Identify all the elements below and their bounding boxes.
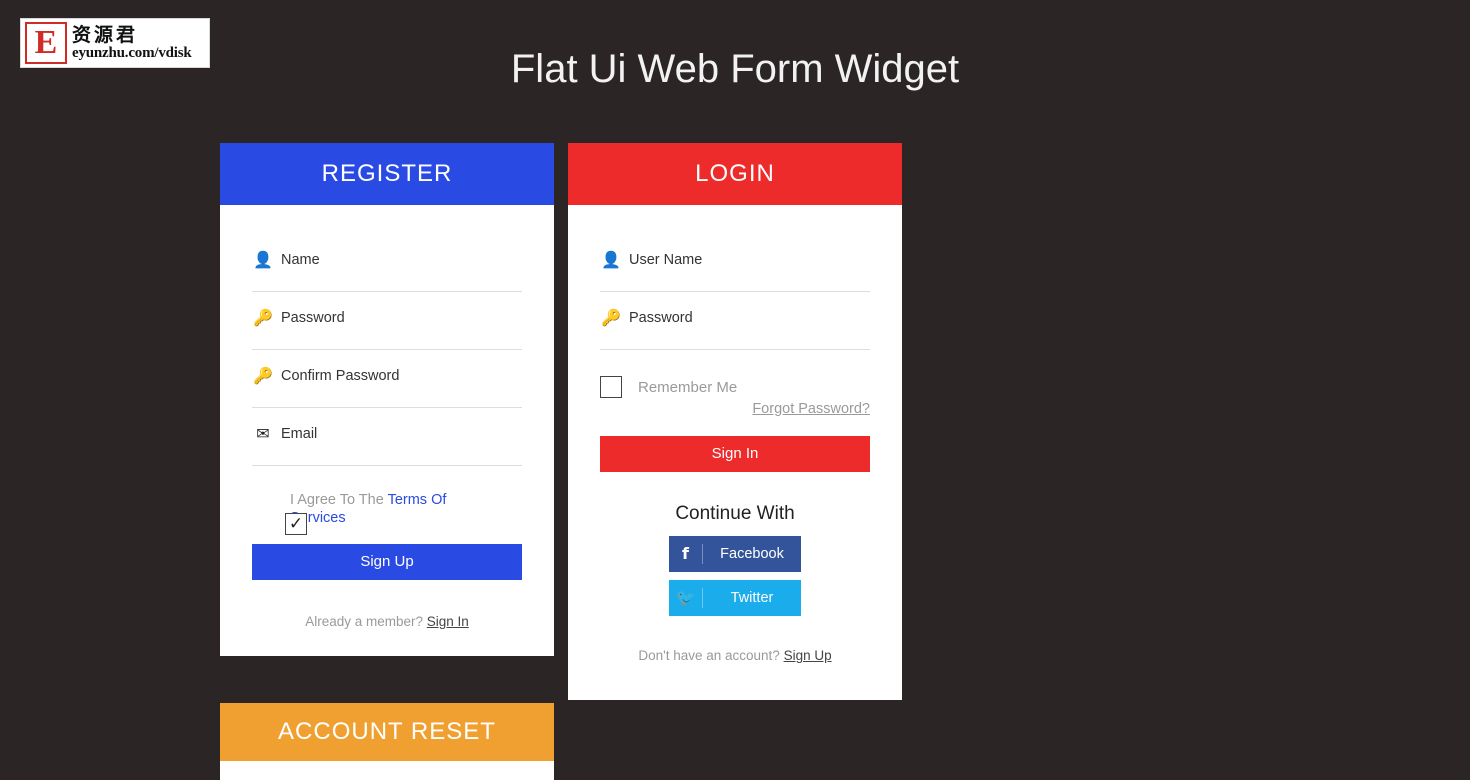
login-card-header: LOGIN [568,143,902,205]
facebook-icon: f [669,544,703,564]
register-password-field[interactable]: 🔑 [252,292,522,350]
logo-chinese-name: 资源君 [72,23,139,46]
register-email-field[interactable]: ✉ [252,408,522,466]
register-name-input[interactable] [281,251,522,268]
twitter-label: Twitter [730,590,774,606]
register-card-body: 👤 🔑 🔑 ✉ I Agree To The Terms Of Services… [220,234,554,629]
terms-checkbox[interactable]: ✓ [285,513,307,535]
facebook-label: Facebook [720,546,784,562]
remember-me-row: Remember Me [600,376,870,398]
key-icon: 🔑 [253,365,273,385]
login-card-body: 👤 🔑 Remember Me Forgot Password? Sign In… [568,234,902,663]
login-username-field[interactable]: 👤 [600,234,870,292]
account-reset-card: ACCOUNT RESET [220,703,554,780]
login-footer-sign-up-link[interactable]: Sign Up [784,648,832,663]
register-name-field[interactable]: 👤 [252,234,522,292]
register-card-header: REGISTER [220,143,554,205]
user-icon: 👤 [253,249,273,269]
user-icon: 👤 [601,249,621,269]
register-card: REGISTER 👤 🔑 🔑 ✉ I Agree To The Terms Of… [220,143,554,656]
sign-in-button[interactable]: Sign In [600,436,870,472]
login-footer-text: Don't have an account? [638,648,784,663]
forgot-password-row: Forgot Password? [600,400,870,418]
sign-up-button[interactable]: Sign Up [252,544,522,580]
register-footer-text: Already a member? [305,614,427,629]
continue-with-label: Continue With [675,503,795,524]
login-card: LOGIN 👤 🔑 Remember Me Forgot Password? S… [568,143,902,700]
register-confirm-password-input[interactable] [281,367,522,384]
register-email-input[interactable] [281,425,522,442]
page-title: Flat Ui Web Form Widget [510,47,960,91]
terms-prefix-text: I Agree To The [290,492,388,508]
terms-agreement-label: I Agree To The Terms Of Services [290,491,505,527]
key-icon: 🔑 [601,307,621,327]
login-footer-note: Don't have an account? Sign Up [600,648,870,663]
twitter-login-button[interactable]: 🐦 Twitter [669,580,801,616]
social-login-group: f Facebook 🐦 Twitter [600,536,870,616]
register-footer-note: Already a member? Sign In [252,614,522,629]
account-reset-card-header: ACCOUNT RESET [220,703,554,761]
terms-agreement-row: I Agree To The Terms Of Services ✓ [252,491,522,535]
page-root: E 资源君 eyunzhu.com/vdisk Flat Ui Web Form… [0,0,1470,780]
register-confirm-password-field[interactable]: 🔑 [252,350,522,408]
twitter-bird-icon: 🐦 [669,588,703,608]
forgot-password-link[interactable]: Forgot Password? [752,401,870,417]
login-password-input[interactable] [629,309,870,326]
envelope-icon: ✉ [256,423,270,443]
login-password-field[interactable]: 🔑 [600,292,870,350]
login-username-input[interactable] [629,251,870,268]
key-icon: 🔑 [253,307,273,327]
register-footer-sign-in-link[interactable]: Sign In [427,614,469,629]
facebook-login-button[interactable]: f Facebook [669,536,801,572]
remember-me-checkbox[interactable] [600,376,622,398]
remember-me-label: Remember Me [638,378,738,396]
register-password-input[interactable] [281,309,522,326]
